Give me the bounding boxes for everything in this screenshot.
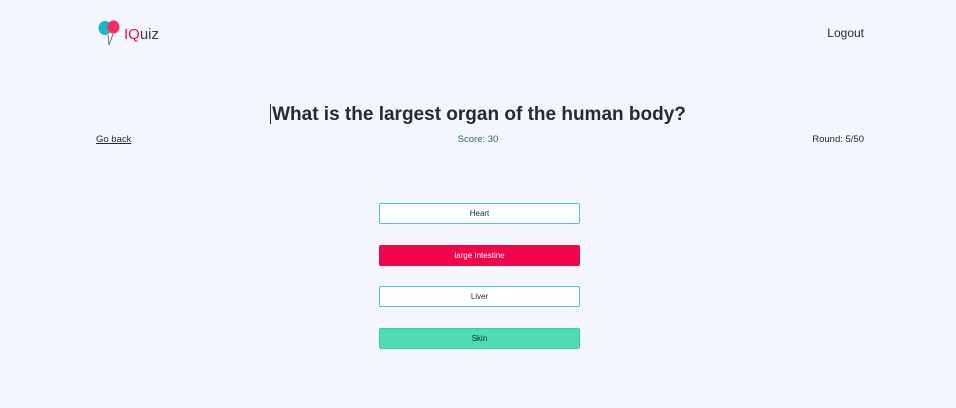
logo-suffix: uiz (139, 25, 160, 43)
balloons-icon (97, 20, 123, 46)
answer-button[interactable]: Heart (379, 203, 580, 224)
answer-label: Liver (470, 292, 489, 301)
question-title: What is the largest organ of the human b… (0, 104, 956, 126)
logo[interactable]: IQuiz (97, 20, 159, 46)
answer-button[interactable]: Skin (379, 327, 580, 349)
text-caret (270, 104, 272, 124)
answer-list: Heart large Intestine Liver Skin (379, 203, 580, 369)
logout-link[interactable]: Logout (827, 26, 864, 40)
answer-button[interactable]: large Intestine (379, 244, 580, 266)
answer-label: large Intestine (454, 250, 505, 260)
logo-text: IQuiz (124, 26, 159, 43)
answer-button[interactable]: Liver (379, 286, 580, 307)
answer-label: Heart (469, 209, 490, 218)
question-text: What is the largest organ of the human b… (272, 104, 686, 125)
answer-label: Skin (471, 333, 488, 343)
round-label: Round: 5/50 (812, 134, 864, 145)
quiz-page: IQuiz Logout What is the largest organ o… (0, 0, 956, 408)
logo-prefix: IQ (124, 25, 140, 43)
